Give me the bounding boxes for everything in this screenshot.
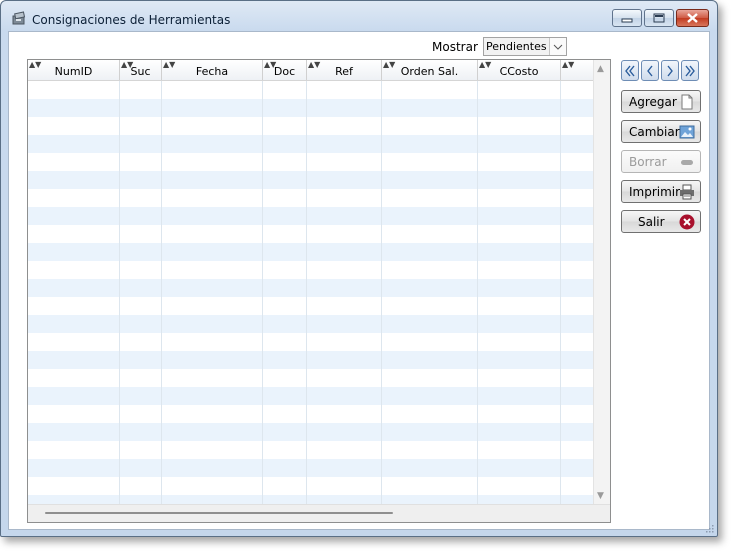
column-header-ccosto[interactable]: ▲▼ CCosto bbox=[478, 60, 561, 80]
filter-label: Mostrar bbox=[432, 40, 478, 54]
table-row[interactable] bbox=[28, 243, 594, 261]
table-row[interactable] bbox=[28, 333, 594, 351]
close-button[interactable] bbox=[676, 9, 709, 27]
first-record-button[interactable] bbox=[621, 60, 639, 81]
printer-icon bbox=[680, 184, 694, 200]
table-row[interactable] bbox=[28, 117, 594, 135]
next-icon bbox=[667, 65, 673, 76]
table-row[interactable] bbox=[28, 387, 594, 405]
column-divider bbox=[477, 81, 478, 505]
column-header-ref[interactable]: ▲▼ Ref bbox=[307, 60, 382, 80]
table-row[interactable] bbox=[28, 171, 594, 189]
horizontal-scrollbar[interactable] bbox=[28, 504, 610, 522]
edit-image-icon bbox=[679, 125, 695, 139]
table-row[interactable] bbox=[28, 189, 594, 207]
table-row[interactable] bbox=[28, 135, 594, 153]
data-grid[interactable]: ▲▼ NumID ▲▼ Suc ▲▼ Fecha ▲▼ Doc ▲▼ Ref ▲▼ Orde… bbox=[27, 59, 611, 523]
minimize-button[interactable] bbox=[612, 9, 642, 27]
column-header-extra[interactable]: ▲▼ bbox=[561, 60, 596, 80]
imprimir-button[interactable]: Imprimir bbox=[621, 180, 701, 203]
horizontal-scroll-thumb[interactable] bbox=[45, 512, 393, 514]
prev-icon bbox=[647, 65, 653, 76]
prev-record-button[interactable] bbox=[641, 60, 659, 81]
column-divider bbox=[262, 81, 263, 505]
sort-icon: ▲▼ bbox=[562, 60, 575, 69]
salir-button[interactable]: Salir bbox=[621, 210, 701, 233]
table-row[interactable] bbox=[28, 477, 594, 495]
column-header-numid[interactable]: ▲▼ NumID bbox=[28, 60, 120, 80]
delete-icon bbox=[681, 160, 693, 165]
column-divider bbox=[306, 81, 307, 505]
column-divider bbox=[161, 81, 162, 505]
table-row[interactable] bbox=[28, 207, 594, 225]
last-icon bbox=[685, 65, 695, 76]
resize-grip-icon[interactable] bbox=[704, 523, 714, 533]
app-icon bbox=[12, 11, 26, 25]
table-row[interactable] bbox=[28, 423, 594, 441]
table-row[interactable] bbox=[28, 225, 594, 243]
vertical-scrollbar[interactable]: ▲ ▼ bbox=[593, 60, 610, 505]
filter-select-value: Pendientes bbox=[486, 40, 547, 53]
column-divider bbox=[381, 81, 382, 505]
borrar-button[interactable]: Borrar bbox=[621, 150, 701, 173]
app-window: Consignaciones de Herramientas Mostrar P… bbox=[0, 0, 718, 537]
grid-body[interactable] bbox=[28, 81, 594, 513]
record-navigator bbox=[621, 60, 699, 81]
column-header-fecha[interactable]: ▲▼ Fecha bbox=[162, 60, 263, 80]
table-row[interactable] bbox=[28, 81, 594, 99]
table-row[interactable] bbox=[28, 441, 594, 459]
table-row[interactable] bbox=[28, 99, 594, 117]
close-icon bbox=[687, 13, 698, 23]
column-divider bbox=[560, 81, 561, 505]
cambiar-button[interactable]: Cambiar bbox=[621, 120, 701, 143]
table-row[interactable] bbox=[28, 459, 594, 477]
column-divider bbox=[119, 81, 120, 505]
chevron-down-icon[interactable] bbox=[549, 38, 566, 55]
column-header-suc[interactable]: ▲▼ Suc bbox=[120, 60, 162, 80]
table-row[interactable] bbox=[28, 153, 594, 171]
new-document-icon bbox=[681, 94, 693, 110]
table-row[interactable] bbox=[28, 315, 594, 333]
maximize-icon bbox=[653, 13, 665, 23]
table-row[interactable] bbox=[28, 297, 594, 315]
minimize-icon bbox=[621, 18, 633, 23]
first-icon bbox=[625, 65, 635, 76]
last-record-button[interactable] bbox=[681, 60, 699, 81]
title-bar[interactable]: Consignaciones de Herramientas bbox=[1, 1, 717, 31]
next-record-button[interactable] bbox=[661, 60, 679, 81]
column-header-doc[interactable]: ▲▼ Doc bbox=[263, 60, 307, 80]
window-title: Consignaciones de Herramientas bbox=[32, 13, 231, 27]
client-area: Mostrar Pendientes ▲▼ NumID ▲▼ Suc ▲▼ Fecha… bbox=[8, 31, 710, 530]
table-row[interactable] bbox=[28, 261, 594, 279]
table-row[interactable] bbox=[28, 351, 594, 369]
table-row[interactable] bbox=[28, 279, 594, 297]
scroll-up-icon[interactable]: ▲ bbox=[597, 64, 604, 74]
grid-header: ▲▼ NumID ▲▼ Suc ▲▼ Fecha ▲▼ Doc ▲▼ Ref ▲▼ Orde… bbox=[28, 60, 594, 81]
filter-select[interactable]: Pendientes bbox=[483, 37, 567, 56]
table-row[interactable] bbox=[28, 369, 594, 387]
maximize-button[interactable] bbox=[644, 9, 674, 27]
table-row[interactable] bbox=[28, 405, 594, 423]
column-header-orden-sal[interactable]: ▲▼ Orden Sal. bbox=[382, 60, 478, 80]
agregar-button[interactable]: Agregar bbox=[621, 90, 701, 113]
exit-icon bbox=[679, 214, 695, 230]
scroll-down-icon[interactable]: ▼ bbox=[597, 491, 604, 501]
